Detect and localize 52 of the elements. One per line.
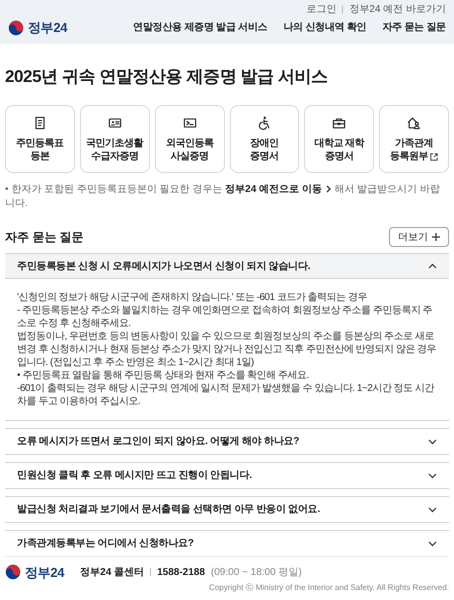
nav-link[interactable]: 연말정산용 제증명 발급 서비스 (133, 20, 268, 36)
card-label: 사실증명 (170, 150, 209, 163)
service-card[interactable]: 장애인 증명서 (230, 105, 300, 173)
card-label: 증명서 (324, 150, 354, 163)
hours-text: (09:00 ~ 18:00 평일) (210, 566, 302, 580)
service-card[interactable]: 국민기초생활 수급자증명 (80, 105, 150, 173)
card-label: 대학교 재학 (314, 137, 364, 150)
logo-text: 정부24 (25, 564, 64, 582)
chevron-down-icon (428, 506, 437, 512)
chevron-down-icon (428, 472, 437, 478)
card-label: 수급자증명 (90, 150, 138, 163)
service-card[interactable]: 주민등록표 등본 (5, 105, 75, 173)
service-card[interactable]: 가족관계 등록원부 (379, 105, 449, 173)
section-title: 자주 묻는 질문 (5, 229, 84, 246)
card-label: 등록원부 (390, 150, 438, 163)
answer-text: • 주민등록표 열람을 통해 주민등록 상태와 현재 주소를 확인해 주세요. (17, 369, 310, 382)
external-link-icon (430, 152, 438, 160)
notice-text: • 한자가 포함된 주민등록표등본이 필요한 경우는 정부24 예전으로 이동 해서 발급받으시기 바랍니다. (5, 183, 441, 211)
nav-link[interactable]: 자주 묻는 질문 (382, 20, 446, 36)
answer-text: -601이 출력되는 경우 해당 시군구의 연계에 일시적 문제가 발생했을 수 있습니다. 1~2시간 정도 시간차를 두고 이용하여 주십시오. (17, 382, 436, 408)
answer-text: - 주민등록등본상 주소와 불일치하는 경우 예인화면으로 접속하여 회원정보상 주소를 주민등록지 주소로 수정 후 신청해주세요. (17, 304, 434, 330)
service-card[interactable]: 대학교 재학 증명서 (304, 105, 374, 173)
nav-link[interactable]: 나의 신청내역 확인 (283, 20, 366, 36)
answer-text: 법정동이나, 우편번호 등의 변동사항이 있을 수 있으므로 회원정보상의 주소를 등본상의 주소로 새로 변경 후 신청하시거나 현재 등본상 주소가 맞지 않거나 전입신고 직후 주민전산에 반영되지 않은 경우입니다. (전입신고 후 주소 반영은 최소 1~2시간 최대 1일) (17, 330, 437, 369)
emblem-icon (8, 20, 24, 36)
chevron-down-icon (428, 438, 437, 444)
plus-icon (432, 233, 440, 241)
card-label: 외국인등록 (166, 137, 214, 150)
copyright-text: Copyright ⓒ Ministry of the Interior and Safety. All Rights Reserved. (209, 582, 449, 594)
card-label: 가족관계 (395, 137, 434, 150)
utility-link[interactable]: 로그인 (306, 5, 336, 15)
service-card[interactable]: 외국인등록 사실증명 (154, 105, 224, 173)
page-title: 2025년 귀속 연말정산용 제증명 발급 서비스 (5, 66, 329, 88)
faq-question[interactable]: 주민등록등본 신청 시 오류메시지가 나오면서 신청이 되지 않습니다. (5, 254, 449, 279)
chevron-up-icon (428, 263, 437, 269)
card-label: 국민기초생활 (86, 137, 144, 150)
utility-link[interactable]: 정부24 예전 바로가기 (349, 5, 446, 15)
wheelchair-icon (256, 115, 272, 131)
call-center-label: 정부24 콜센터 (80, 566, 144, 580)
phone-number: 1588-2188 (157, 566, 205, 580)
house-person-icon (406, 115, 422, 131)
chevron-right-icon (324, 185, 332, 194)
card-label: 장애인 (250, 137, 279, 150)
logo-text[interactable]: 정부24 (28, 18, 68, 38)
card-label: 등본 (30, 150, 50, 163)
chevron-down-icon (428, 540, 437, 546)
more-button[interactable]: 더보기 (389, 227, 449, 247)
card-label: 주민등록표 (16, 137, 64, 150)
answer-text: '신청인의 정보가 해당 시군구에 존재하지 않습니다.' 또는 -601 코드가 출력되는 경우 (17, 291, 368, 304)
emblem-icon (5, 564, 21, 580)
card-label: 증명서 (250, 150, 279, 163)
link[interactable]: 정부24 예전으로 이동 (225, 184, 322, 195)
